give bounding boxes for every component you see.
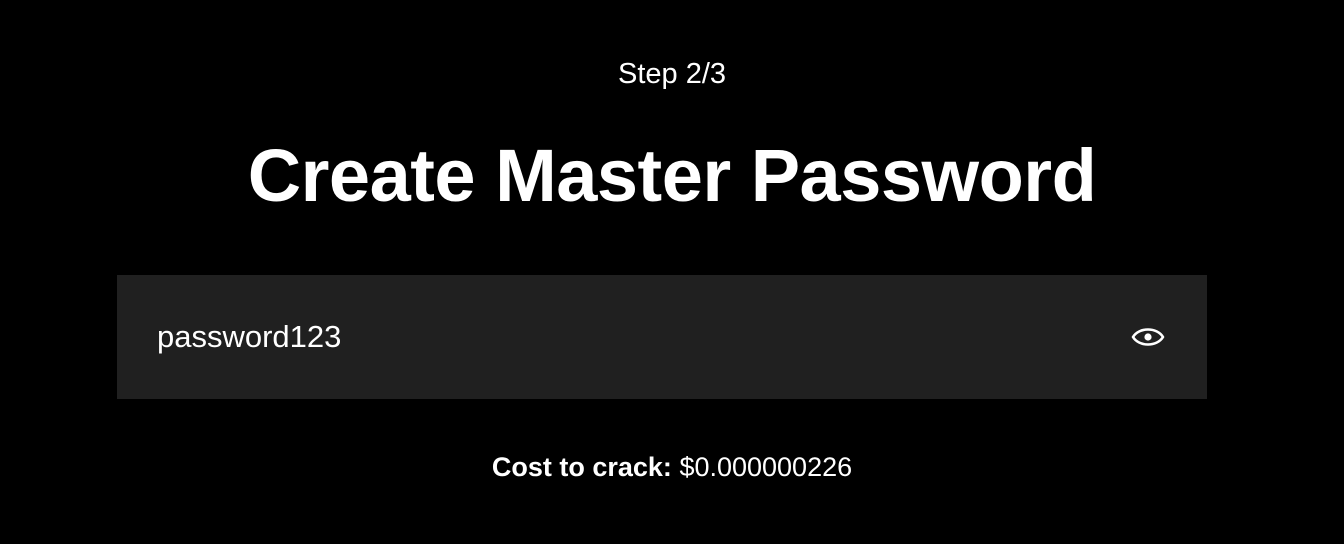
crack-cost-label: Cost to crack:	[491, 452, 672, 482]
eye-icon	[1131, 328, 1165, 346]
master-password-field	[117, 275, 1207, 399]
crack-cost: Cost to crack: $0.000000226	[0, 450, 1344, 484]
crack-cost-value: $0.000000226	[679, 452, 853, 482]
master-password-input[interactable]	[157, 317, 1097, 357]
page-title: Create Master Password	[247, 134, 1097, 217]
toggle-visibility-button[interactable]	[1130, 320, 1166, 354]
step-indicator: Step 2/3	[617, 58, 727, 90]
